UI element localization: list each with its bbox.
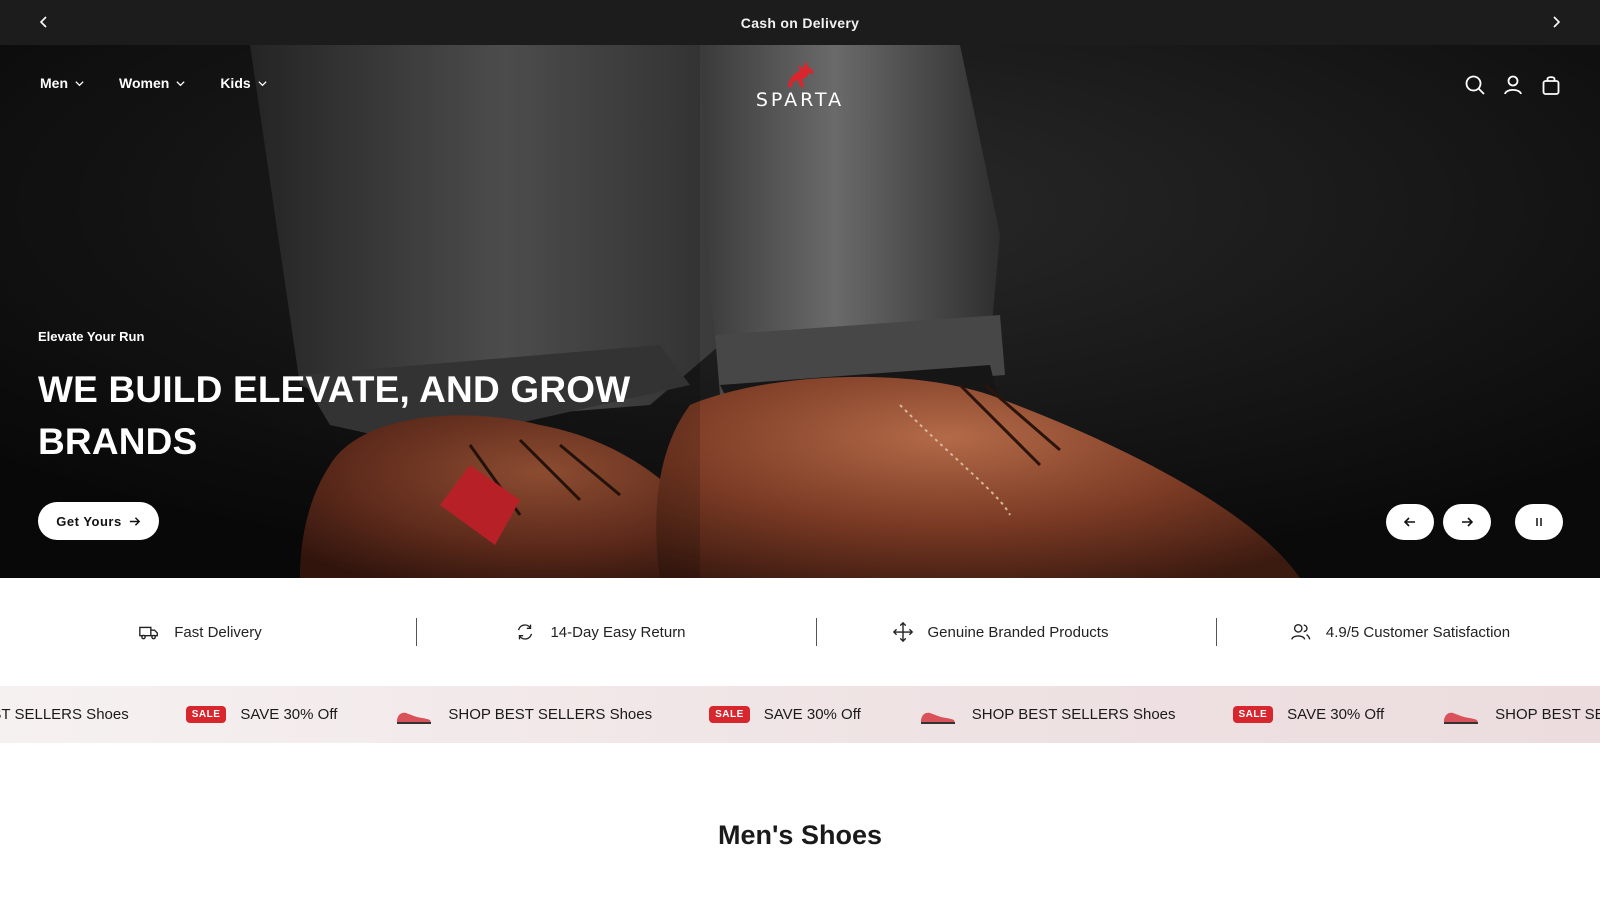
slide-prev-button[interactable] [1386,504,1434,540]
chevron-right-icon [1553,16,1561,28]
marquee-sale[interactable]: SALE SAVE 30% Off [185,706,338,723]
cta-label: Get Yours [56,513,122,529]
pause-icon [1536,518,1542,526]
brand-logo[interactable]: SPARTA [740,57,860,115]
chevron-down-icon [75,80,84,86]
feature-label: Genuine Branded Products [927,623,1109,641]
sale-badge: SALE [1232,706,1274,723]
marquee-best-sellers[interactable]: SHOP BEST SELLERS Shoes [394,704,652,726]
chevron-left-icon [39,16,47,28]
feature-label: 4.9/5 Customer Satisfaction [1325,623,1511,641]
user-icon[interactable] [1501,73,1525,97]
users-icon [1291,623,1311,640]
arrow-left-icon [1403,517,1415,527]
brand-name: SPARTA [755,89,845,111]
announcement-prev-button[interactable] [29,7,59,37]
nav-item-kids[interactable]: Kids [220,75,267,91]
return-icon [518,624,533,640]
main-nav: Men Women Kids [40,75,268,91]
announcement-next-button[interactable] [1541,7,1571,37]
arrow-right-icon [129,516,140,526]
announcement-bar: Cash on Delivery [0,0,1600,45]
feature-label: 14-Day Easy Return [550,623,686,641]
marquee-track: SHOP BEST SELLERS Shoes SALE SAVE 30% Of… [0,686,1600,743]
marquee-best-sellers[interactable]: SHOP BEST SELLERS Shoes [0,706,129,723]
header-actions [1463,73,1563,97]
chevron-down-icon [258,80,267,86]
marquee-sale[interactable]: SALE SAVE 30% Off [1232,706,1385,723]
nav-item-label: Women [119,75,170,91]
site-header: Men Women Kids SPARTA [0,45,1600,131]
marquee-best-text: SHOP BEST SELLERS Shoes [448,706,653,723]
sneaker-icon [1444,712,1479,724]
nav-item-women[interactable]: Women [119,75,186,91]
marquee-sale[interactable]: SALE SAVE 30% Off [709,706,861,723]
sneaker-icon [397,712,432,724]
sale-badge: SALE [185,706,227,723]
announcement-text: Cash on Delivery [740,14,860,31]
chevron-down-icon [176,80,185,86]
marquee-best-text: SHOP BEST SELLERS Shoes [1495,706,1600,723]
search-icon[interactable] [1463,73,1487,97]
horse-logo-icon [788,61,814,87]
feature-label: Fast Delivery [174,623,262,641]
marquee-best-sellers[interactable]: SHOP BEST SELLERS Shoes [1441,704,1600,726]
move-icon [892,621,913,643]
feature-item: 14-Day Easy Return [400,578,800,686]
marquee-best-sellers[interactable]: SHOP BEST SELLERS Shoes [918,704,1176,726]
promo-marquee: SHOP BEST SELLERS Shoes SALE SAVE 30% Of… [0,686,1600,743]
get-yours-button[interactable]: Get Yours [38,502,159,540]
feature-item: 4.9/5 Customer Satisfaction [1200,578,1600,686]
arrow-right-icon [1462,517,1474,527]
slide-next-button[interactable] [1443,504,1491,540]
sneaker-icon [920,712,955,724]
feature-strip: Fast Delivery 14-Day Easy Return Genuine… [0,578,1600,686]
feature-item: Genuine Branded Products [800,578,1200,686]
marquee-best-text: SHOP BEST SELLERS Shoes [0,706,129,723]
hero-subtitle: Elevate Your Run [38,329,145,344]
feature-item: Fast Delivery [0,578,400,686]
marquee-sale-text: SAVE 30% Off [1287,706,1385,723]
bag-icon[interactable] [1539,73,1563,97]
marquee-sale-text: SAVE 30% Off [240,706,338,723]
truck-icon [139,626,159,640]
slide-pause-button[interactable] [1515,504,1563,540]
marquee-sale-text: SAVE 30% Off [763,706,861,723]
section-title: Men's Shoes [718,820,882,850]
nav-item-men[interactable]: Men [40,75,85,91]
nav-item-label: Kids [220,75,251,91]
marquee-best-text: SHOP BEST SELLERS Shoes [971,706,1176,723]
sale-badge: SALE [709,706,750,723]
nav-item-label: Men [40,75,68,91]
hero-title: WE BUILD ELEVATE, AND GROW BRANDS [38,369,631,462]
